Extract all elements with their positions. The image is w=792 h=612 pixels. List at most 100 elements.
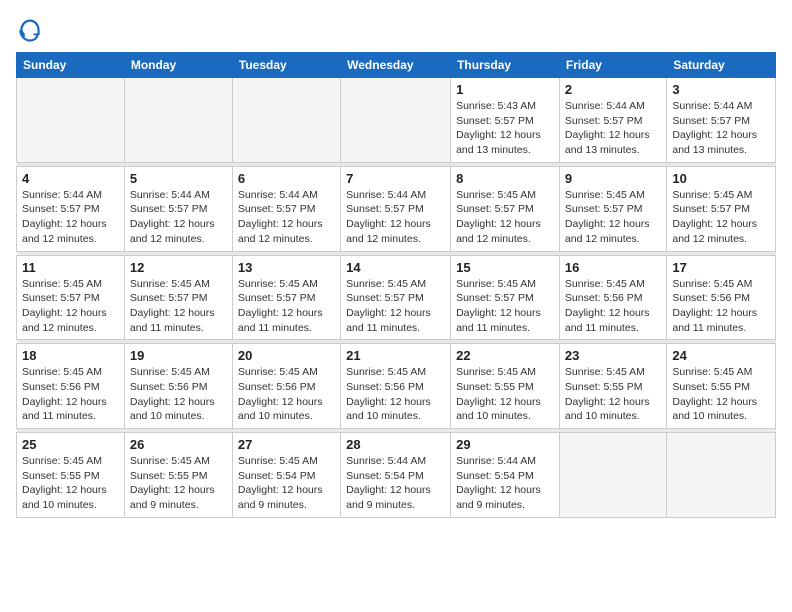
calendar-cell: 5 Sunrise: 5:44 AM Sunset: 5:57 PM Daylig… <box>124 166 232 251</box>
calendar-cell: 27 Sunrise: 5:45 AM Sunset: 5:54 PM Dayli… <box>232 433 340 518</box>
day-info: Sunrise: 5:45 AM Sunset: 5:55 PM Dayligh… <box>22 454 119 513</box>
day-info: Sunrise: 5:45 AM Sunset: 5:55 PM Dayligh… <box>672 365 770 424</box>
day-number: 24 <box>672 348 770 363</box>
calendar-cell: 13 Sunrise: 5:45 AM Sunset: 5:57 PM Dayli… <box>232 255 340 340</box>
day-info: Sunrise: 5:45 AM Sunset: 5:56 PM Dayligh… <box>672 277 770 336</box>
calendar-cell: 8 Sunrise: 5:45 AM Sunset: 5:57 PM Daylig… <box>451 166 560 251</box>
day-info: Sunrise: 5:45 AM Sunset: 5:57 PM Dayligh… <box>672 188 770 247</box>
logo <box>16 16 48 44</box>
day-number: 6 <box>238 171 335 186</box>
day-info: Sunrise: 5:44 AM Sunset: 5:57 PM Dayligh… <box>346 188 445 247</box>
calendar-cell: 2 Sunrise: 5:44 AM Sunset: 5:57 PM Daylig… <box>559 78 666 163</box>
day-info: Sunrise: 5:44 AM Sunset: 5:54 PM Dayligh… <box>346 454 445 513</box>
calendar-week-row: 4 Sunrise: 5:44 AM Sunset: 5:57 PM Daylig… <box>17 166 776 251</box>
day-number: 10 <box>672 171 770 186</box>
calendar-cell: 23 Sunrise: 5:45 AM Sunset: 5:55 PM Dayli… <box>559 344 666 429</box>
calendar-cell: 14 Sunrise: 5:45 AM Sunset: 5:57 PM Dayli… <box>341 255 451 340</box>
calendar-cell: 17 Sunrise: 5:45 AM Sunset: 5:56 PM Dayli… <box>667 255 776 340</box>
calendar-cell: 3 Sunrise: 5:44 AM Sunset: 5:57 PM Daylig… <box>667 78 776 163</box>
day-info: Sunrise: 5:44 AM Sunset: 5:54 PM Dayligh… <box>456 454 554 513</box>
day-number: 4 <box>22 171 119 186</box>
weekday-header-row: SundayMondayTuesdayWednesdayThursdayFrid… <box>17 53 776 78</box>
calendar-cell: 22 Sunrise: 5:45 AM Sunset: 5:55 PM Dayli… <box>451 344 560 429</box>
calendar-cell <box>341 78 451 163</box>
weekday-header: Tuesday <box>232 53 340 78</box>
day-number: 26 <box>130 437 227 452</box>
day-info: Sunrise: 5:45 AM Sunset: 5:55 PM Dayligh… <box>565 365 661 424</box>
calendar-cell: 20 Sunrise: 5:45 AM Sunset: 5:56 PM Dayli… <box>232 344 340 429</box>
weekday-header: Monday <box>124 53 232 78</box>
weekday-header: Thursday <box>451 53 560 78</box>
day-info: Sunrise: 5:44 AM Sunset: 5:57 PM Dayligh… <box>565 99 661 158</box>
day-info: Sunrise: 5:45 AM Sunset: 5:57 PM Dayligh… <box>456 277 554 336</box>
calendar-cell: 25 Sunrise: 5:45 AM Sunset: 5:55 PM Dayli… <box>17 433 125 518</box>
calendar-cell <box>124 78 232 163</box>
day-number: 25 <box>22 437 119 452</box>
day-number: 2 <box>565 82 661 97</box>
day-number: 9 <box>565 171 661 186</box>
calendar-cell <box>667 433 776 518</box>
weekday-header: Sunday <box>17 53 125 78</box>
calendar-table: SundayMondayTuesdayWednesdayThursdayFrid… <box>16 52 776 518</box>
day-number: 18 <box>22 348 119 363</box>
day-number: 3 <box>672 82 770 97</box>
weekday-header: Wednesday <box>341 53 451 78</box>
weekday-header: Saturday <box>667 53 776 78</box>
day-number: 22 <box>456 348 554 363</box>
day-info: Sunrise: 5:45 AM Sunset: 5:56 PM Dayligh… <box>346 365 445 424</box>
day-number: 16 <box>565 260 661 275</box>
calendar-cell: 21Sunrise: 5:45 AM Sunset: 5:56 PM Dayli… <box>341 344 451 429</box>
calendar-week-row: 18 Sunrise: 5:45 AM Sunset: 5:56 PM Dayli… <box>17 344 776 429</box>
day-number: 5 <box>130 171 227 186</box>
day-info: Sunrise: 5:45 AM Sunset: 5:57 PM Dayligh… <box>238 277 335 336</box>
day-number: 20 <box>238 348 335 363</box>
day-info: Sunrise: 5:45 AM Sunset: 5:55 PM Dayligh… <box>130 454 227 513</box>
day-info: Sunrise: 5:45 AM Sunset: 5:56 PM Dayligh… <box>22 365 119 424</box>
calendar-cell: 24 Sunrise: 5:45 AM Sunset: 5:55 PM Dayli… <box>667 344 776 429</box>
day-number: 11 <box>22 260 119 275</box>
calendar-cell: 28 Sunrise: 5:44 AM Sunset: 5:54 PM Dayli… <box>341 433 451 518</box>
day-info: Sunrise: 5:45 AM Sunset: 5:56 PM Dayligh… <box>130 365 227 424</box>
logo-icon <box>16 16 44 44</box>
calendar-cell: 15 Sunrise: 5:45 AM Sunset: 5:57 PM Dayli… <box>451 255 560 340</box>
calendar-week-row: 1 Sunrise: 5:43 AM Sunset: 5:57 PM Daylig… <box>17 78 776 163</box>
day-info: Sunrise: 5:45 AM Sunset: 5:57 PM Dayligh… <box>456 188 554 247</box>
calendar-cell: 6 Sunrise: 5:44 AM Sunset: 5:57 PM Daylig… <box>232 166 340 251</box>
day-number: 7 <box>346 171 445 186</box>
day-number: 28 <box>346 437 445 452</box>
day-info: Sunrise: 5:44 AM Sunset: 5:57 PM Dayligh… <box>238 188 335 247</box>
day-info: Sunrise: 5:43 AM Sunset: 5:57 PM Dayligh… <box>456 99 554 158</box>
day-number: 15 <box>456 260 554 275</box>
calendar-cell: 18 Sunrise: 5:45 AM Sunset: 5:56 PM Dayli… <box>17 344 125 429</box>
day-number: 23 <box>565 348 661 363</box>
day-info: Sunrise: 5:45 AM Sunset: 5:54 PM Dayligh… <box>238 454 335 513</box>
day-info: Sunrise: 5:45 AM Sunset: 5:57 PM Dayligh… <box>565 188 661 247</box>
day-info: Sunrise: 5:45 AM Sunset: 5:57 PM Dayligh… <box>22 277 119 336</box>
day-number: 13 <box>238 260 335 275</box>
page-header <box>16 16 776 44</box>
weekday-header: Friday <box>559 53 666 78</box>
calendar-cell: 19Sunrise: 5:45 AM Sunset: 5:56 PM Dayli… <box>124 344 232 429</box>
day-number: 17 <box>672 260 770 275</box>
day-info: Sunrise: 5:45 AM Sunset: 5:55 PM Dayligh… <box>456 365 554 424</box>
day-info: Sunrise: 5:45 AM Sunset: 5:56 PM Dayligh… <box>238 365 335 424</box>
calendar-cell: 4Sunrise: 5:44 AM Sunset: 5:57 PM Daylig… <box>17 166 125 251</box>
day-info: Sunrise: 5:45 AM Sunset: 5:56 PM Dayligh… <box>565 277 661 336</box>
calendar-cell: 7 Sunrise: 5:44 AM Sunset: 5:57 PM Daylig… <box>341 166 451 251</box>
calendar-cell: 12Sunrise: 5:45 AM Sunset: 5:57 PM Dayli… <box>124 255 232 340</box>
calendar-cell: 1 Sunrise: 5:43 AM Sunset: 5:57 PM Daylig… <box>451 78 560 163</box>
day-number: 8 <box>456 171 554 186</box>
day-number: 1 <box>456 82 554 97</box>
calendar-week-row: 11 Sunrise: 5:45 AM Sunset: 5:57 PM Dayli… <box>17 255 776 340</box>
day-number: 14 <box>346 260 445 275</box>
day-info: Sunrise: 5:44 AM Sunset: 5:57 PM Dayligh… <box>130 188 227 247</box>
day-number: 27 <box>238 437 335 452</box>
day-number: 12 <box>130 260 227 275</box>
calendar-cell <box>17 78 125 163</box>
calendar-cell: 16 Sunrise: 5:45 AM Sunset: 5:56 PM Dayli… <box>559 255 666 340</box>
calendar-cell: 11 Sunrise: 5:45 AM Sunset: 5:57 PM Dayli… <box>17 255 125 340</box>
calendar-cell: 29 Sunrise: 5:44 AM Sunset: 5:54 PM Dayli… <box>451 433 560 518</box>
day-number: 29 <box>456 437 554 452</box>
day-info: Sunrise: 5:44 AM Sunset: 5:57 PM Dayligh… <box>672 99 770 158</box>
day-info: Sunrise: 5:45 AM Sunset: 5:57 PM Dayligh… <box>346 277 445 336</box>
